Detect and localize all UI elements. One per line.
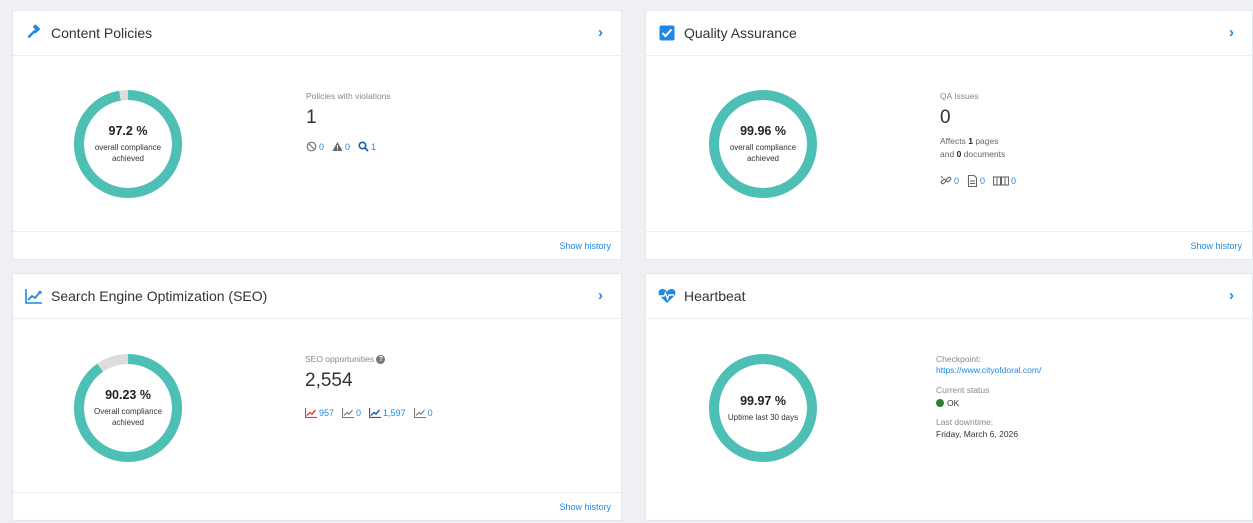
chart-gray-2-icon[interactable]: 0 (413, 408, 433, 419)
gauge-subtitle: overall compliance achieved (729, 143, 797, 163)
card-header: Quality Assurance › (646, 11, 1252, 56)
search-count: 1 (371, 141, 377, 152)
chart-gray-2-count: 0 (427, 408, 433, 419)
card-footer: Show history (13, 231, 621, 259)
chevron-right-icon[interactable]: › (598, 24, 603, 41)
chevron-right-icon[interactable]: › (1229, 287, 1234, 304)
prohibited-icon[interactable]: 0 (306, 141, 324, 152)
status-value: OK (936, 398, 1041, 408)
stat-label-text: SEO opportunities (305, 354, 374, 364)
downtime-value: Friday, March 6, 2026 (936, 429, 1019, 439)
gauge-subtitle: Overall compliance achieved (93, 407, 163, 427)
stat-label: Policies with violations (306, 91, 391, 101)
downtime-label: Last downtime: (936, 417, 994, 427)
card-title: Content Policies (51, 25, 153, 41)
content-policies-card: Content Policies › 97.2 % overall compli… (12, 10, 622, 260)
stat-value: 1 (306, 107, 317, 128)
status-dot-icon (936, 399, 944, 407)
gauge-percent: 97.2 % (108, 124, 148, 138)
qa-issues-stat: QA Issues 0 Affects 1 pages and 0 docume… (940, 91, 1024, 187)
heart-pulse-icon (658, 287, 676, 305)
gauge-percent: 99.97 % (740, 393, 786, 408)
gauge-percent: 90.23 % (105, 388, 151, 402)
spelling-icon[interactable]: 0 (993, 176, 1016, 186)
card-header: Content Policies › (13, 11, 621, 56)
quality-assurance-card: Quality Assurance › 99.96 % overall comp… (645, 10, 1253, 260)
card-header: Search Engine Optimization (SEO) › (13, 274, 621, 319)
card-title: Quality Assurance (684, 25, 797, 41)
show-history-link[interactable]: Show history (1190, 241, 1242, 251)
seo-opportunities-stat: SEO opportunities ? 2,554 957 0 1,597 0 (305, 354, 441, 419)
chart-red-count: 957 (319, 408, 335, 419)
status-text: OK (947, 398, 960, 408)
chart-blue-icon[interactable]: 1,597 (369, 408, 406, 419)
gavel-icon (25, 24, 43, 42)
stat-label: SEO opportunities ? (305, 354, 441, 365)
and-prefix: and (940, 149, 955, 159)
compliance-gauge: 99.96 % overall compliance achieved (708, 89, 818, 199)
card-title: Search Engine Optimization (SEO) (51, 288, 268, 304)
gauge-subtitle: Uptime last 30 days (727, 412, 799, 422)
documents-suffix: documents (963, 149, 1006, 159)
trend-chart-icon (25, 287, 43, 305)
stat-value: 0 (940, 107, 951, 128)
warning-icon[interactable]: 0 (332, 141, 350, 152)
violations-stat: Policies with violations 1 0 0 1 (306, 91, 391, 152)
checkpoint-label: Checkpoint: (936, 354, 981, 364)
affects-documents-count: 0 (956, 149, 962, 159)
seo-card: Search Engine Optimization (SEO) › 90.23… (12, 273, 622, 521)
stat-label: QA Issues (940, 91, 979, 101)
gauge-percent: 99.96 % (740, 124, 786, 138)
checkpoint-link[interactable]: https://www.cityofdoral.com/ (936, 365, 1041, 375)
document-count: 0 (980, 176, 986, 186)
chart-blue-count: 1,597 (383, 408, 406, 419)
affects-line: Affects 1 pages and 0 documents (940, 135, 1024, 161)
status-label: Current status (936, 385, 990, 395)
chart-gray-count: 0 (356, 408, 362, 419)
affects-prefix: Affects (940, 136, 966, 146)
prohibited-count: 0 (319, 141, 325, 152)
card-header: Heartbeat › (646, 274, 1252, 319)
heartbeat-details: Checkpoint: https://www.cityofdoral.com/… (936, 354, 1041, 439)
card-footer: Show history (646, 231, 1252, 259)
broken-link-count: 0 (954, 176, 960, 186)
heartbeat-card: Heartbeat › 99.97 % Uptime last 30 days … (645, 273, 1253, 521)
spelling-count: 0 (1011, 176, 1017, 186)
compliance-gauge: 90.23 % Overall compliance achieved (73, 353, 183, 463)
show-history-link[interactable]: Show history (559, 502, 611, 512)
chart-gray-icon[interactable]: 0 (342, 408, 362, 419)
chevron-right-icon[interactable]: › (1229, 24, 1234, 41)
card-title: Heartbeat (684, 288, 746, 304)
chart-red-icon[interactable]: 957 (305, 408, 335, 419)
affects-pages-suffix: pages (975, 136, 999, 146)
show-history-link[interactable]: Show history (559, 241, 611, 251)
stat-value: 2,554 (305, 370, 353, 392)
compliance-gauge: 97.2 % overall compliance achieved (73, 89, 183, 199)
checkbox-icon (658, 24, 676, 42)
uptime-gauge: 99.97 % Uptime last 30 days (708, 353, 818, 463)
gauge-subtitle: overall compliance achieved (94, 143, 162, 163)
card-footer: Show history (13, 492, 621, 520)
search-icon[interactable]: 1 (358, 141, 376, 152)
chevron-right-icon[interactable]: › (598, 287, 603, 304)
warning-count: 0 (345, 141, 351, 152)
help-icon[interactable]: ? (376, 355, 386, 365)
affects-pages-count: 1 (968, 136, 973, 146)
broken-link-icon[interactable]: 0 (940, 175, 959, 187)
document-icon[interactable]: 0 (967, 175, 985, 187)
